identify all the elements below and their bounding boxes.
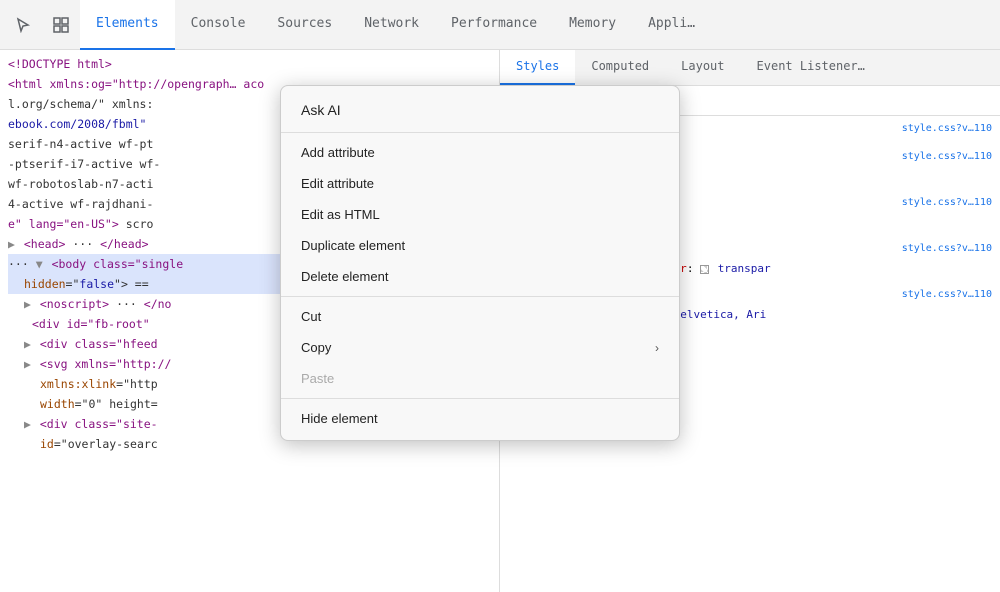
context-menu-add-attribute[interactable]: Add attribute (281, 137, 679, 168)
context-menu: Ask AI Add attribute Edit attribute Edit… (280, 85, 680, 441)
context-menu-cut[interactable]: Cut (281, 301, 679, 332)
context-menu-paste: Paste (281, 363, 679, 394)
context-menu-duplicate-element[interactable]: Duplicate element (281, 230, 679, 261)
copy-submenu-arrow: › (655, 341, 659, 355)
context-menu-separator (281, 132, 679, 133)
context-menu-separator (281, 296, 679, 297)
context-menu-hide-element[interactable]: Hide element (281, 403, 679, 434)
context-menu-copy[interactable]: Copy › (281, 332, 679, 363)
context-menu-delete-element[interactable]: Delete element (281, 261, 679, 292)
context-menu-overlay: Ask AI Add attribute Edit attribute Edit… (0, 0, 1000, 592)
context-menu-separator (281, 398, 679, 399)
context-menu-edit-html[interactable]: Edit as HTML (281, 199, 679, 230)
context-menu-edit-attribute[interactable]: Edit attribute (281, 168, 679, 199)
context-menu-ask-ai[interactable]: Ask AI (281, 92, 679, 128)
